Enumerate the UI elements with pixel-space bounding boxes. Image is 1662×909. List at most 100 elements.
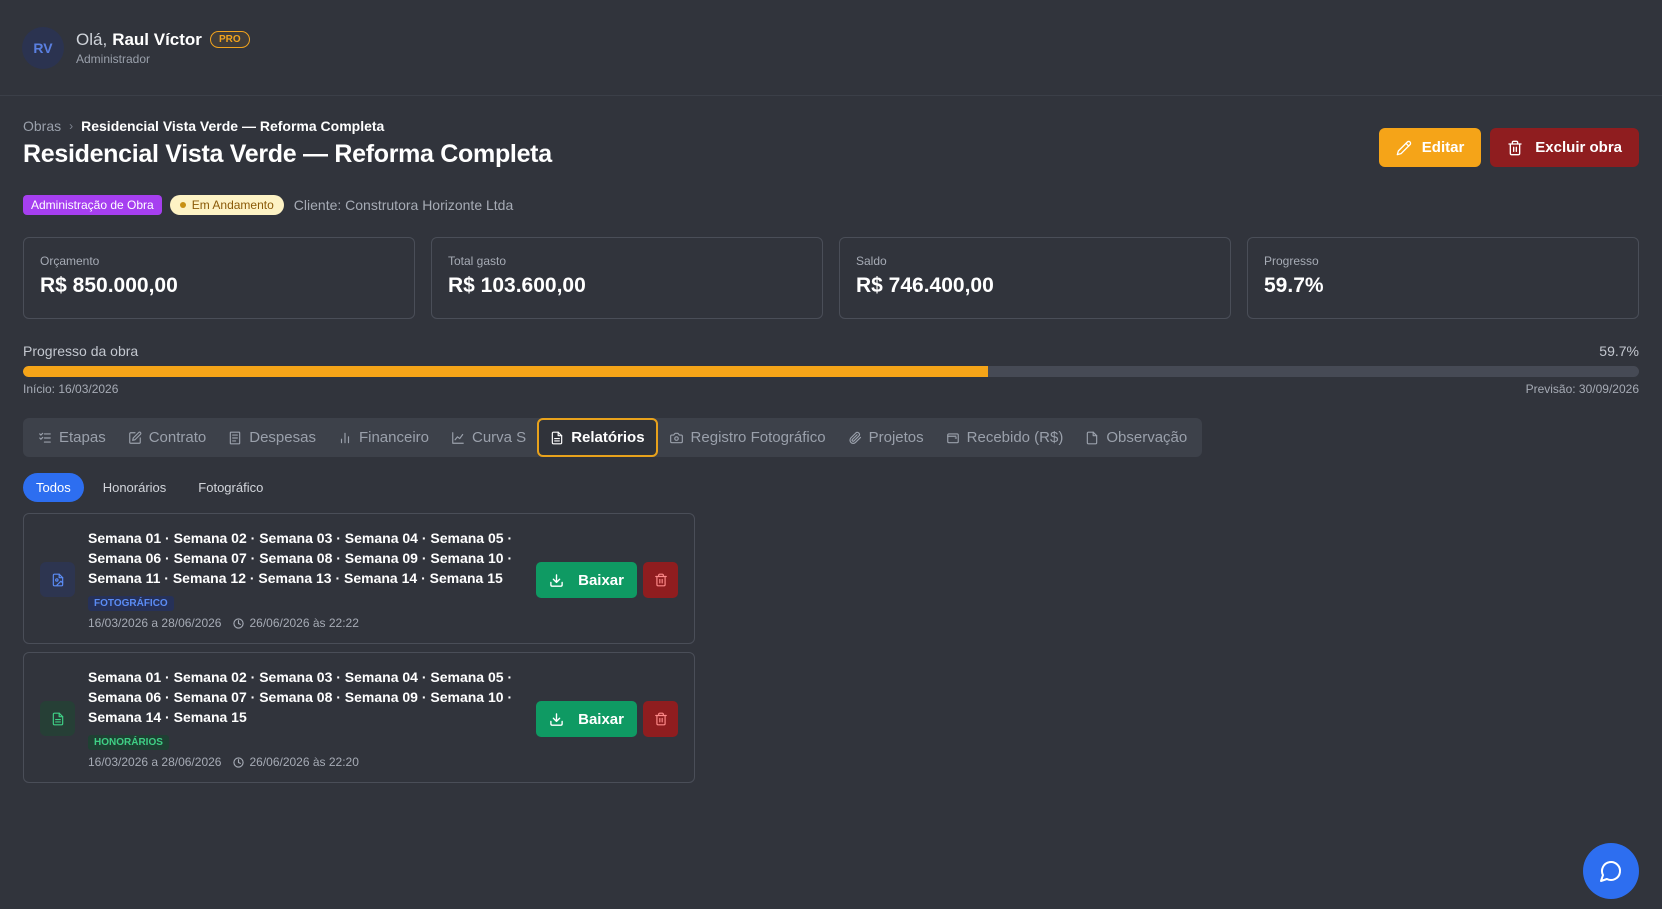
stat-label: Progresso [1264, 254, 1319, 268]
tab-label: Projetos [868, 429, 924, 446]
delete-report-button[interactable] [643, 562, 678, 598]
tab-label: Curva S [472, 429, 527, 446]
report-title: Semana 01 · Semana 02 · Semana 03 · Sema… [88, 667, 528, 727]
obra-tags: Administração de Obra Em Andamento Clien… [23, 195, 1639, 215]
download-button[interactable]: Baixar [536, 562, 637, 598]
report-title: Semana 01 · Semana 02 · Semana 03 · Sema… [88, 528, 528, 588]
download-label: Baixar [578, 571, 624, 589]
stat-value: R$ 103.600,00 [448, 274, 586, 297]
main-content: Obras › Residencial Vista Verde — Reform… [23, 118, 1639, 783]
trash-icon [654, 573, 667, 587]
report-type-badge: HONORÁRIOS [88, 735, 169, 750]
tab-etapas[interactable]: Etapas [27, 418, 117, 457]
progress-bar-fill [23, 366, 988, 377]
report-title-line: Semana 14 · Semana 15 [88, 709, 247, 725]
client-text: Cliente: Construtora Horizonte Ltda [293, 197, 514, 213]
paperclip-icon [849, 431, 861, 444]
file-text-icon [551, 431, 563, 444]
progress-bar [23, 366, 1639, 377]
status-badge: Em Andamento [169, 195, 284, 215]
stat-card-progress: Progresso 59.7% [1247, 237, 1639, 319]
tab-relatorios[interactable]: Relatórios [537, 418, 658, 457]
file-icon [1087, 431, 1098, 444]
report-body: Semana 01 · Semana 02 · Semana 03 · Sema… [88, 667, 528, 769]
top-bar: RV Olá, Raul Víctor PRO Administrador [0, 0, 1662, 96]
tab-bar: Etapas Contrato Despesas Financeiro Curv… [23, 418, 1203, 457]
user-name: Raul Víctor [112, 29, 202, 49]
stat-card-balance: Saldo R$ 746.400,00 [839, 237, 1231, 319]
progress-percent: 59.7% [1599, 343, 1639, 359]
report-title-line: Semana 01 · Semana 02 · Semana 03 · Sema… [88, 669, 513, 685]
camera-icon [669, 432, 683, 443]
tab-observacao[interactable]: Observação [1074, 418, 1198, 457]
tab-curva-s[interactable]: Curva S [440, 418, 537, 457]
status-text: Em Andamento [191, 198, 274, 212]
stat-value: R$ 850.000,00 [40, 274, 178, 297]
progress-label: Progresso da obra [23, 343, 139, 359]
download-icon [550, 712, 563, 726]
forecast-date: Previsão: 30/09/2026 [1525, 382, 1639, 396]
progress-header: Progresso da obra 59.7% [23, 343, 1639, 359]
report-title-line: Semana 11 · Semana 12 · Semana 13 · Sema… [88, 570, 503, 586]
wallet-icon [946, 432, 959, 443]
delete-report-button[interactable] [643, 701, 678, 737]
report-created: 26/06/2026 às 22:22 [249, 616, 359, 630]
tab-contrato[interactable]: Contrato [117, 418, 218, 457]
user-greeting: Olá, Raul Víctor PRO Administrador [76, 30, 250, 66]
report-actions: Baixar [536, 562, 678, 598]
breadcrumb-current: Residencial Vista Verde — Reforma Comple… [81, 118, 385, 134]
tab-label: Registro Fotográfico [690, 429, 826, 446]
filter-fotografico[interactable]: Fotográfico [185, 473, 276, 502]
report-card: Semana 01 · Semana 02 · Semana 03 · Sema… [23, 652, 695, 783]
tab-label: Etapas [59, 429, 106, 446]
stat-label: Saldo [856, 254, 887, 268]
page-actions: Editar Excluir obra [1378, 128, 1639, 167]
stat-card-spent: Total gasto R$ 103.600,00 [431, 237, 823, 319]
bar-chart-icon [340, 432, 350, 443]
tab-recebido[interactable]: Recebido (R$) [935, 418, 1075, 457]
stat-label: Total gasto [448, 254, 507, 268]
tab-label: Observação [1106, 429, 1188, 446]
tab-despesas[interactable]: Despesas [217, 418, 327, 457]
tab-label: Recebido (R$) [966, 429, 1064, 446]
report-timestamp: 26/06/2026 às 22:20 [233, 755, 359, 769]
delete-button-label: Excluir obra [1535, 139, 1622, 156]
greeting-text: Olá, [76, 29, 108, 49]
trash-icon [654, 712, 667, 726]
start-date: Início: 16/03/2026 [23, 382, 119, 396]
clock-icon [233, 756, 245, 768]
download-icon [550, 573, 563, 587]
report-created: 26/06/2026 às 22:20 [249, 755, 359, 769]
pencil-icon [1396, 140, 1411, 155]
report-period: 16/03/2026 a 28/06/2026 [88, 755, 222, 769]
clock-icon [233, 617, 245, 629]
filter-honorarios[interactable]: Honorários [90, 473, 180, 502]
chat-button[interactable] [1583, 843, 1639, 899]
download-button[interactable]: Baixar [536, 701, 637, 737]
report-meta: 16/03/2026 a 28/06/2026 26/06/2026 às 22… [88, 616, 528, 630]
type-badge: Administração de Obra [23, 195, 162, 215]
avatar[interactable]: RV [22, 26, 64, 69]
chevron-right-icon: › [69, 119, 74, 133]
filter-todos[interactable]: Todos [23, 473, 84, 502]
stat-value: 59.7% [1264, 274, 1324, 297]
stats-row: Orçamento R$ 850.000,00 Total gasto R$ 1… [23, 237, 1639, 319]
report-card: Semana 01 · Semana 02 · Semana 03 · Sema… [23, 513, 695, 644]
edit-button[interactable]: Editar [1378, 128, 1482, 167]
download-label: Baixar [578, 710, 624, 728]
tab-projetos[interactable]: Projetos [837, 418, 935, 457]
breadcrumb-obras-link[interactable]: Obras [23, 118, 61, 134]
photo-report-icon [40, 562, 75, 597]
report-timestamp: 26/06/2026 às 22:22 [233, 616, 359, 630]
receipt-icon [230, 431, 241, 444]
pro-badge: PRO [209, 31, 250, 48]
report-period: 16/03/2026 a 28/06/2026 [88, 616, 222, 630]
trash-icon [1508, 140, 1522, 155]
report-title-line: Semana 06 · Semana 07 · Semana 08 · Sema… [88, 689, 513, 705]
user-role: Administrador [76, 51, 151, 66]
tab-registro-fotografico[interactable]: Registro Fotográfico [658, 418, 837, 457]
report-meta: 16/03/2026 a 28/06/2026 26/06/2026 às 22… [88, 755, 528, 769]
delete-obra-button[interactable]: Excluir obra [1490, 128, 1639, 167]
tab-financeiro[interactable]: Financeiro [327, 418, 440, 457]
report-filters: Todos Honorários Fotográfico [23, 473, 1639, 502]
